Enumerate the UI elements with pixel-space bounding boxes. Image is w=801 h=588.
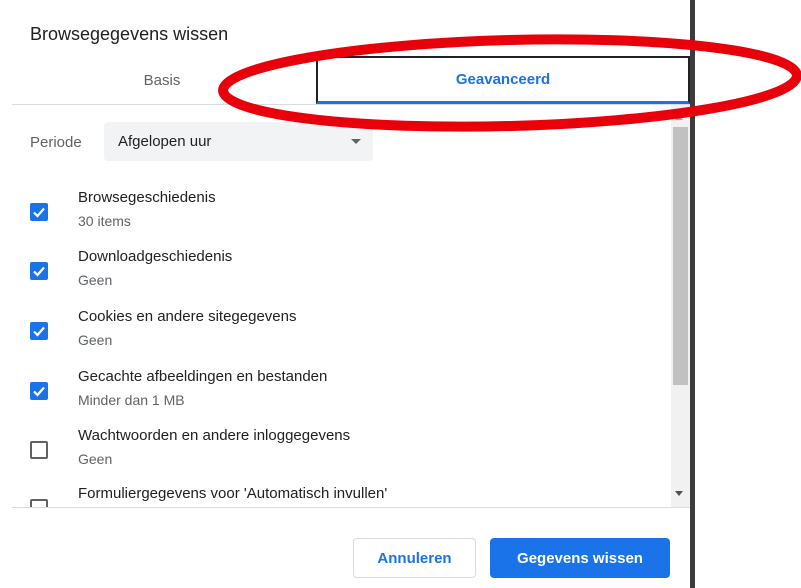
option-subtitle: Geen — [78, 272, 113, 288]
footer-divider — [12, 507, 690, 508]
tab-geavanceerd[interactable]: Geavanceerd — [316, 56, 690, 104]
checkbox-formuliergegevens[interactable] — [30, 499, 48, 507]
tab-geavanceerd-label: Geavanceerd — [455, 71, 551, 88]
period-label: Periode — [30, 134, 82, 151]
option-title: Gecachte afbeeldingen en bestanden — [78, 368, 328, 385]
option-downloadgeschiedenis[interactable]: Downloadgeschiedenis Geen — [12, 248, 652, 304]
scroll-down-arrow-icon[interactable] — [675, 491, 683, 496]
option-formuliergegevens[interactable]: Formuliergegevens voor 'Automatisch invu… — [12, 485, 652, 507]
option-title: Formuliergegevens voor 'Automatisch invu… — [78, 485, 388, 502]
option-wachtwoorden[interactable]: Wachtwoorden en andere inloggegevens Gee… — [12, 427, 652, 483]
tab-basis-label: Basis — [143, 71, 181, 89]
checkbox-downloadgeschiedenis[interactable] — [30, 262, 48, 280]
scrollbar[interactable] — [671, 105, 690, 507]
scroll-up-arrow-icon[interactable] — [675, 115, 683, 120]
check-icon — [33, 386, 45, 397]
option-title: Downloadgeschiedenis — [78, 248, 233, 265]
option-title: Wachtwoorden en andere inloggegevens — [78, 427, 351, 444]
chevron-down-icon — [351, 139, 361, 144]
checkbox-gecachte-afbeeldingen[interactable] — [30, 382, 48, 400]
option-title: Browsegeschiedenis — [78, 189, 216, 206]
window-edge-divider — [690, 0, 695, 588]
option-subtitle: Geen — [78, 332, 113, 348]
cancel-button[interactable]: Annuleren — [353, 538, 476, 578]
clear-browsing-data-dialog: Browsegegevens wissen Basis Geavanceerd … — [0, 0, 690, 588]
check-icon — [33, 326, 45, 337]
scrollbar-thumb[interactable] — [673, 127, 688, 385]
period-select-value: Afgelopen uur — [118, 133, 212, 150]
option-subtitle: 30 items — [78, 213, 131, 229]
checkbox-cookies[interactable] — [30, 322, 48, 340]
check-icon — [33, 266, 45, 277]
option-subtitle: Minder dan 1 MB — [78, 392, 185, 408]
clear-data-button[interactable]: Gegevens wissen — [490, 538, 670, 578]
option-browsegeschiedenis[interactable]: Browsegeschiedenis 30 items — [12, 189, 652, 245]
tab-basis[interactable]: Basis — [12, 56, 312, 104]
checkbox-browsegeschiedenis[interactable] — [30, 203, 48, 221]
option-cookies[interactable]: Cookies en andere sitegegevens Geen — [12, 308, 652, 364]
option-gecachte-afbeeldingen[interactable]: Gecachte afbeeldingen en bestanden Minde… — [12, 368, 652, 424]
option-title: Cookies en andere sitegegevens — [78, 308, 297, 325]
period-select[interactable]: Afgelopen uur — [104, 122, 373, 161]
options-scroll-area[interactable]: Periode Afgelopen uur Browsegeschiedenis… — [12, 105, 670, 507]
check-icon — [33, 207, 45, 218]
dialog-title: Browsegegevens wissen — [30, 24, 229, 44]
option-subtitle: Geen — [78, 451, 113, 467]
checkbox-wachtwoorden[interactable] — [30, 441, 48, 459]
